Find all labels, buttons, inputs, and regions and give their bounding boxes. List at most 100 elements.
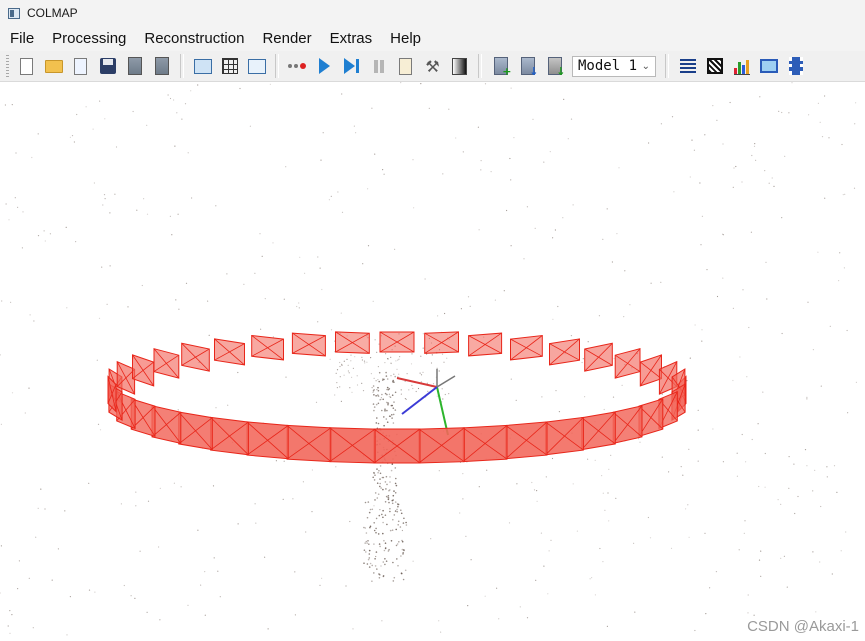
save-project-icon[interactable]	[97, 55, 119, 77]
point	[15, 152, 17, 154]
point	[394, 467, 397, 469]
video-icon[interactable]	[785, 55, 807, 77]
open-project-icon[interactable]	[43, 55, 65, 77]
reconstruction-canvas[interactable]	[0, 82, 865, 641]
point	[391, 529, 394, 531]
point	[689, 357, 691, 359]
camera-frustum	[379, 331, 415, 353]
new-project-icon[interactable]	[16, 55, 38, 77]
menu-reconstruction[interactable]: Reconstruction	[135, 26, 253, 51]
point	[384, 501, 387, 503]
point	[88, 482, 90, 484]
point	[393, 514, 396, 516]
feature-extraction-icon[interactable]	[192, 55, 214, 77]
point	[371, 564, 374, 567]
menu-help[interactable]: Help	[381, 26, 430, 51]
point	[697, 409, 699, 411]
toolbar-grip[interactable]	[6, 55, 9, 77]
point	[365, 532, 368, 534]
point	[132, 110, 134, 113]
point	[315, 401, 318, 403]
point	[743, 532, 745, 534]
reconstruction-stats-icon[interactable]	[731, 55, 753, 77]
point	[598, 315, 601, 317]
point	[190, 90, 192, 92]
point	[401, 529, 403, 532]
download-model-icon[interactable]: ↓	[544, 55, 566, 77]
point	[613, 357, 615, 360]
point	[135, 505, 137, 507]
export-database-icon[interactable]: ↓	[517, 55, 539, 77]
point	[793, 463, 795, 465]
point	[764, 486, 766, 488]
point	[382, 516, 384, 519]
bundle-adjustment-icon[interactable]: ⚒	[422, 55, 444, 77]
point	[382, 378, 384, 380]
point	[847, 412, 849, 414]
point	[66, 634, 68, 636]
point	[394, 510, 397, 512]
toolbar: ⚒ + ↓ ↓ Model 1 ⌄	[0, 51, 865, 82]
model-selector[interactable]: Model 1 ⌄	[572, 55, 656, 77]
point	[732, 186, 734, 188]
menu-file[interactable]: File	[0, 26, 43, 51]
point	[106, 303, 108, 305]
export-model-icon[interactable]	[151, 55, 173, 77]
point	[393, 401, 395, 403]
model-viewer[interactable]: CSDN @Akaxi-1	[0, 82, 865, 641]
point	[390, 362, 392, 365]
point	[169, 215, 171, 217]
point	[394, 375, 397, 378]
point	[424, 278, 426, 280]
menu-processing[interactable]: Processing	[43, 26, 135, 51]
pause-reconstruction-icon[interactable]	[368, 55, 390, 77]
import-database-icon[interactable]: +	[490, 55, 512, 77]
point	[382, 169, 384, 171]
camera-frustum	[373, 428, 421, 464]
point	[673, 191, 675, 193]
point	[389, 476, 391, 478]
point	[382, 532, 384, 535]
point	[411, 384, 413, 386]
point	[355, 132, 357, 134]
point	[361, 359, 363, 361]
point	[104, 118, 106, 120]
feature-matching-icon[interactable]	[219, 55, 241, 77]
point	[9, 632, 11, 634]
point	[213, 557, 215, 559]
point	[17, 588, 19, 590]
point	[321, 288, 323, 291]
point	[348, 372, 350, 374]
point	[455, 137, 457, 139]
point	[391, 499, 394, 502]
point	[395, 484, 398, 487]
database-management-icon[interactable]	[246, 55, 268, 77]
point	[389, 510, 391, 513]
point	[373, 572, 375, 574]
automatic-reconstruction-icon[interactable]	[287, 55, 309, 77]
render-options-icon[interactable]	[449, 55, 471, 77]
step-reconstruction-icon[interactable]	[341, 55, 363, 77]
point	[385, 418, 388, 420]
point	[399, 356, 401, 358]
point	[722, 143, 724, 145]
import-model-icon[interactable]	[124, 55, 146, 77]
point	[394, 501, 397, 503]
point	[685, 508, 687, 510]
point	[43, 230, 45, 232]
point	[422, 333, 424, 335]
grab-movie-icon[interactable]	[758, 55, 780, 77]
menu-extras[interactable]: Extras	[321, 26, 382, 51]
grab-image-icon[interactable]	[704, 55, 726, 77]
menu-render[interactable]: Render	[253, 26, 320, 51]
point	[40, 488, 42, 490]
point	[389, 529, 392, 532]
reconstruction-options-icon[interactable]	[395, 55, 417, 77]
point	[388, 501, 390, 504]
point	[526, 617, 529, 619]
start-reconstruction-icon[interactable]	[314, 55, 336, 77]
edit-project-icon[interactable]	[70, 55, 92, 77]
point	[379, 399, 381, 401]
point	[572, 204, 574, 206]
show-log-icon[interactable]	[677, 55, 699, 77]
